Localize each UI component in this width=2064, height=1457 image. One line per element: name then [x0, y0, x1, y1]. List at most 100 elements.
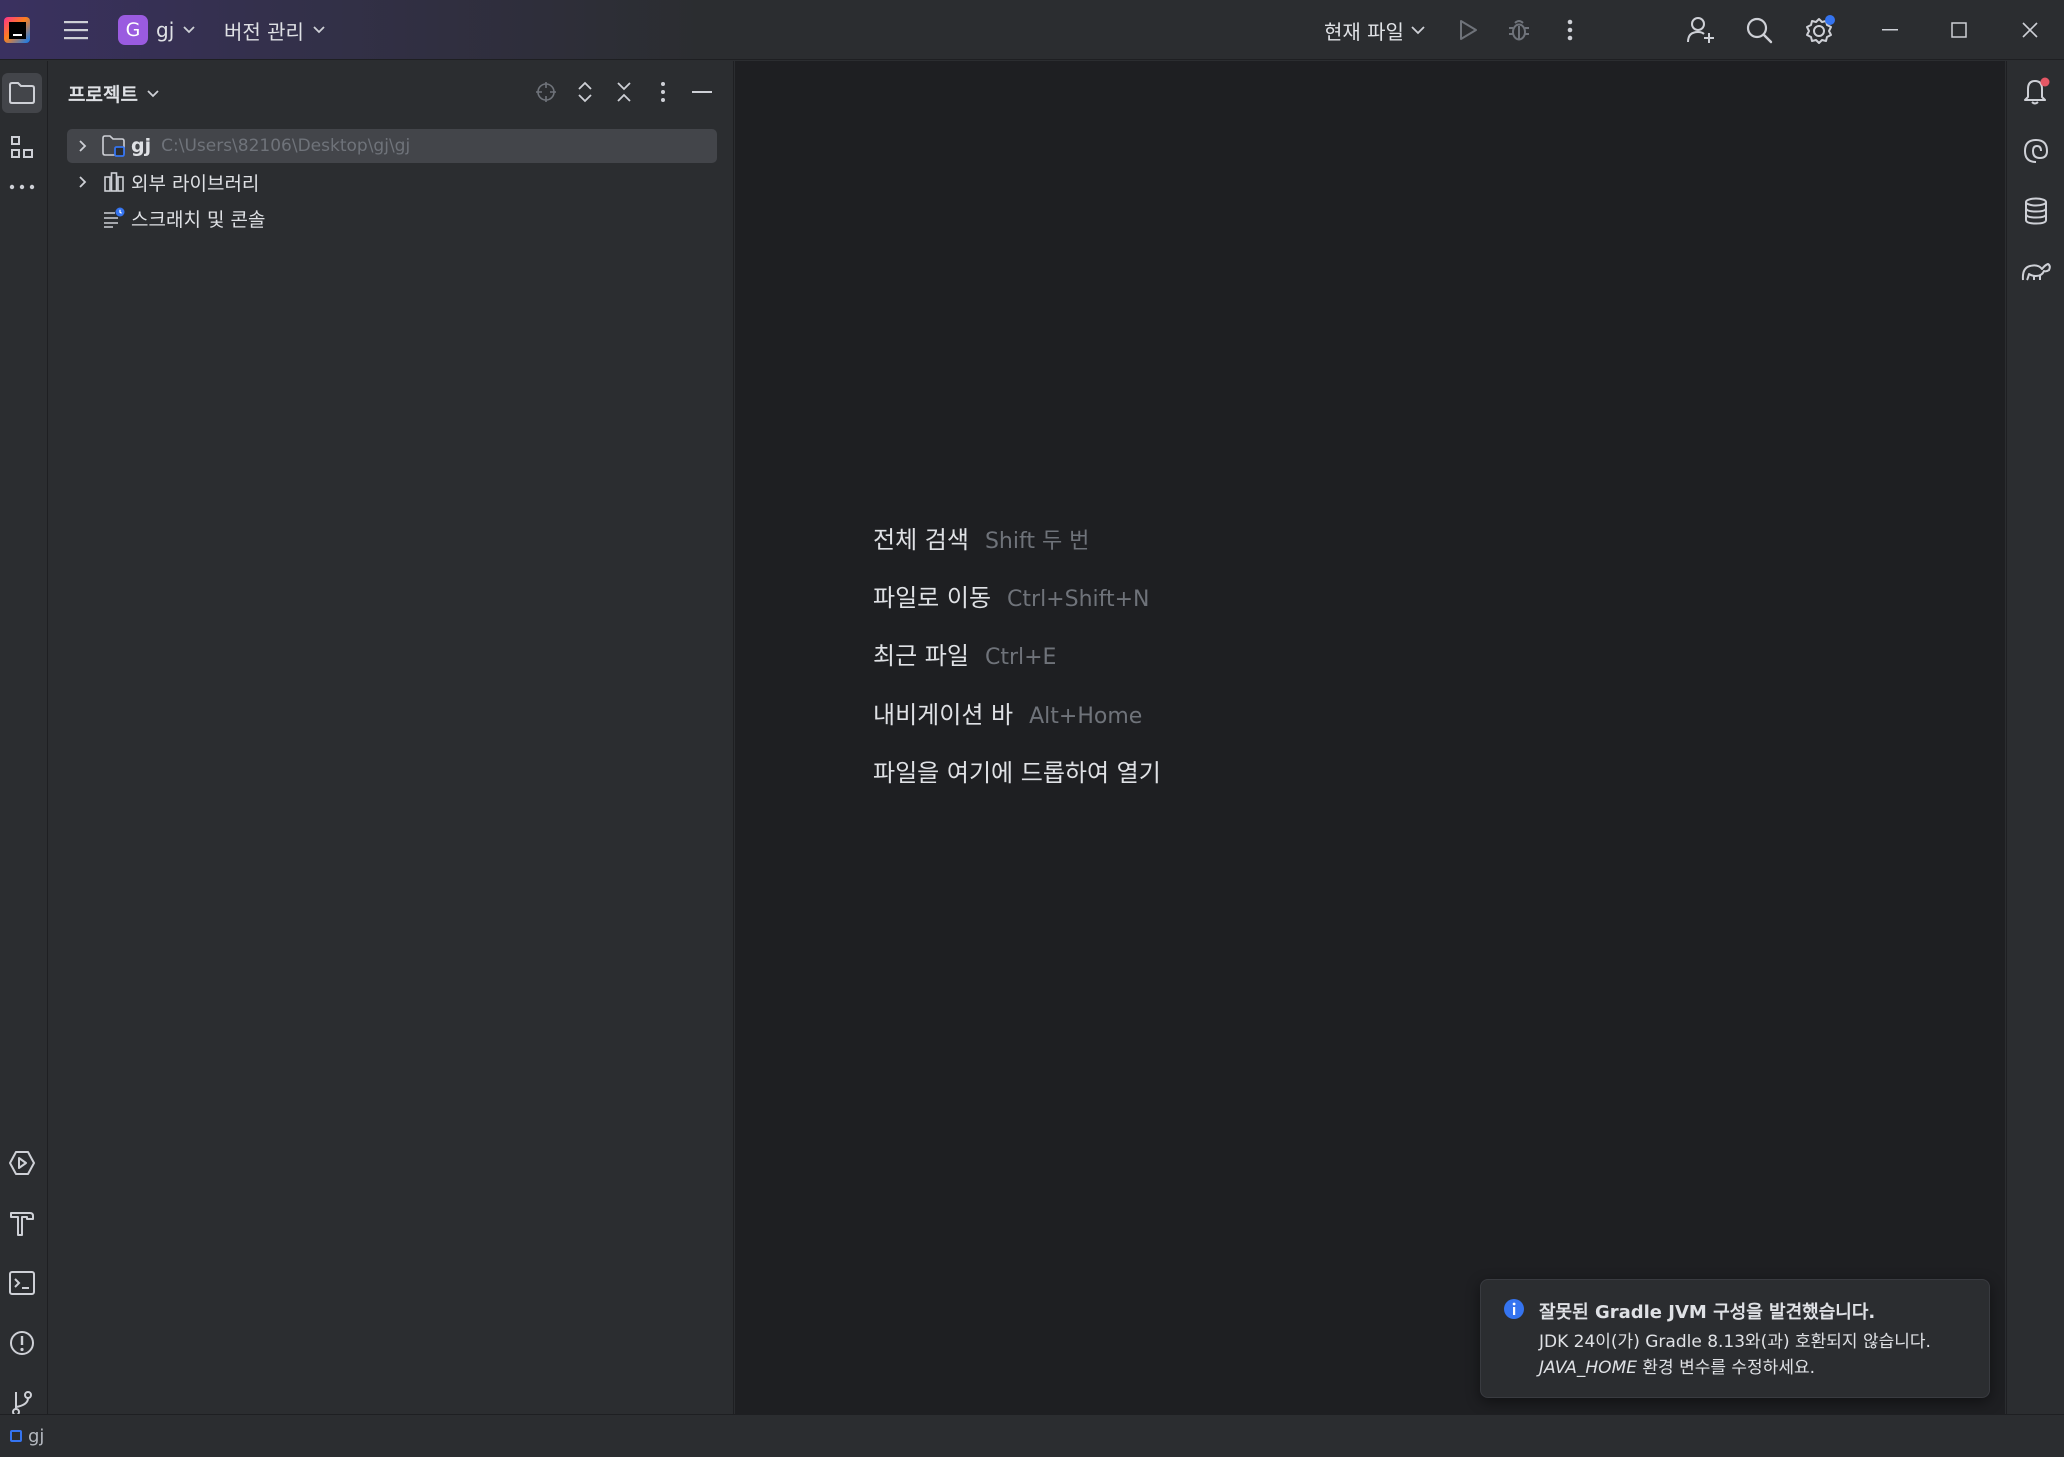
hammer-icon	[10, 1212, 34, 1236]
title-bar: G gj 버전 관리 현재 파일	[0, 0, 2064, 60]
chevron-down-icon	[147, 89, 159, 97]
hint-action: 최근 파일	[873, 642, 969, 670]
notification-body-text: 환경 변수를 수정하세요.	[1636, 1358, 1815, 1378]
vcs-label: 버전 관리	[224, 19, 304, 44]
gradle-elephant-icon	[2021, 263, 2051, 281]
collapse-all-icon	[617, 82, 631, 102]
search-icon	[1746, 17, 1773, 44]
debug-button[interactable]	[1503, 14, 1535, 46]
ai-spiral-icon	[2023, 138, 2049, 163]
git-branch-icon	[12, 1391, 32, 1416]
ai-assistant-button[interactable]	[2016, 131, 2056, 171]
hint-shortcut: Ctrl+E	[984, 645, 1057, 670]
services-tool-button[interactable]	[2, 1143, 42, 1183]
project-tool-button[interactable]	[2, 73, 42, 113]
hamburger-icon	[64, 21, 88, 40]
editor-empty-state[interactable]: 전체 검색 Shift 두 번 파일로 이동 Ctrl+Shift+N 최근 파…	[735, 61, 2005, 1414]
ellipsis-icon	[9, 184, 35, 190]
chevron-right-icon[interactable]	[71, 165, 95, 199]
project-name: gj	[156, 18, 175, 42]
tree-indent-spacer	[71, 201, 95, 235]
search-everywhere-button[interactable]	[1742, 13, 1776, 47]
hint-action: 파일을 여기에 드롭하여 열기	[873, 759, 1161, 787]
gradle-jvm-notification[interactable]: 잘못된 Gradle JVM 구성을 발견했습니다. JDK 24이(가) Gr…	[1480, 1279, 1990, 1398]
hint-navigation-bar: 내비게이션 바 Alt+Home	[873, 695, 1142, 730]
hint-shortcut: Shift 두 번	[984, 529, 1090, 554]
ide-window: G gj 버전 관리 현재 파일 프로젝트 gj C:\Users\82106\…	[0, 0, 2064, 1457]
minimize-icon	[1882, 29, 1898, 31]
main-menu-button[interactable]	[60, 14, 92, 46]
info-icon	[1504, 1299, 1524, 1319]
hint-go-to-file: 파일로 이동 Ctrl+Shift+N	[873, 578, 1150, 613]
chevron-right-icon[interactable]	[71, 129, 95, 163]
tree-node-label: 스크래치 및 콘솔	[131, 208, 266, 231]
select-opened-file-button[interactable]	[531, 77, 561, 107]
build-tool-button[interactable]	[2, 1203, 42, 1243]
expand-all-button[interactable]	[570, 77, 600, 107]
database-icon	[2025, 197, 2047, 225]
hint-action: 내비게이션 바	[873, 701, 1014, 729]
notifications-button[interactable]	[2016, 71, 2056, 111]
hint-action: 파일로 이동	[873, 584, 992, 612]
update-badge	[1825, 15, 1835, 25]
module-folder-icon	[101, 133, 127, 159]
tree-node-label: 외부 라이브러리	[131, 172, 260, 195]
hint-shortcut: Alt+Home	[1029, 704, 1143, 729]
hint-action: 전체 검색	[873, 526, 969, 554]
breadcrumb[interactable]: gj	[28, 1426, 44, 1447]
hide-panel-button[interactable]	[687, 77, 717, 107]
gear-icon	[1806, 15, 1835, 44]
run-configuration-selector[interactable]: 현재 파일	[1324, 14, 1426, 46]
settings-button[interactable]	[1802, 12, 1838, 48]
library-icon	[101, 169, 127, 195]
notification-body-env-var: JAVA_HOME	[1539, 1358, 1637, 1378]
hint-search-everywhere: 전체 검색 Shift 두 번	[873, 520, 1089, 555]
gradle-button[interactable]	[2016, 251, 2056, 291]
tree-node-path: C:\Users\82106\Desktop\gj\gj	[161, 136, 411, 156]
panel-options-button[interactable]	[648, 77, 678, 107]
tree-node-gj[interactable]: gj C:\Users\82106\Desktop\gj\gj	[67, 129, 717, 163]
hint-recent-files: 최근 파일 Ctrl+E	[873, 636, 1056, 671]
ide-logo-icon[interactable]	[4, 17, 30, 43]
maximize-button[interactable]	[1943, 14, 1975, 46]
collapse-all-button[interactable]	[609, 77, 639, 107]
terminal-tool-button[interactable]	[2, 1263, 42, 1303]
hint-shortcut: Ctrl+Shift+N	[1007, 587, 1150, 612]
bell-icon	[2024, 77, 2050, 105]
terminal-icon	[9, 1271, 35, 1295]
project-badge: G	[118, 15, 148, 45]
project-view-selector[interactable]: 프로젝트	[68, 80, 160, 107]
more-tools-button[interactable]	[2, 167, 42, 207]
project-panel-title: 프로젝트	[68, 84, 138, 106]
project-widget[interactable]: G gj	[118, 14, 196, 46]
bug-icon	[1509, 20, 1529, 41]
status-bar: gj	[0, 1414, 2064, 1457]
run-config-label: 현재 파일	[1324, 19, 1404, 44]
tree-node-external-libraries[interactable]: 외부 라이브러리	[67, 165, 259, 199]
tree-node-label: gj	[131, 135, 152, 157]
add-user-icon	[1687, 17, 1714, 43]
more-actions-button[interactable]	[1554, 14, 1586, 46]
code-with-me-button[interactable]	[1684, 14, 1718, 46]
module-icon	[10, 1430, 22, 1442]
problems-tool-button[interactable]	[2, 1323, 42, 1363]
kebab-icon	[661, 82, 665, 102]
chevron-down-icon	[183, 26, 195, 34]
minimize-button[interactable]	[1874, 14, 1906, 46]
run-button[interactable]	[1452, 14, 1484, 46]
right-tool-stripe	[2006, 61, 2064, 1414]
left-tool-stripe	[0, 61, 48, 1416]
project-panel-header: 프로젝트	[49, 61, 734, 123]
notification-dot	[2040, 77, 2050, 87]
chevron-down-icon	[1411, 26, 1425, 35]
scratches-icon	[101, 205, 127, 231]
vcs-widget[interactable]: 버전 관리	[224, 14, 326, 46]
close-button[interactable]	[2014, 14, 2046, 46]
structure-tool-button[interactable]	[2, 127, 42, 167]
project-tool-window: 프로젝트 gj C:\Users\82106\Desktop\gj\gj 외부 …	[49, 61, 734, 1414]
tree-node-scratches[interactable]: 스크래치 및 콘솔	[67, 201, 265, 235]
notification-title: 잘못된 Gradle JVM 구성을 발견했습니다.	[1539, 1302, 1876, 1323]
minimize-icon	[692, 91, 712, 93]
database-button[interactable]	[2016, 191, 2056, 231]
play-icon	[1460, 20, 1477, 40]
